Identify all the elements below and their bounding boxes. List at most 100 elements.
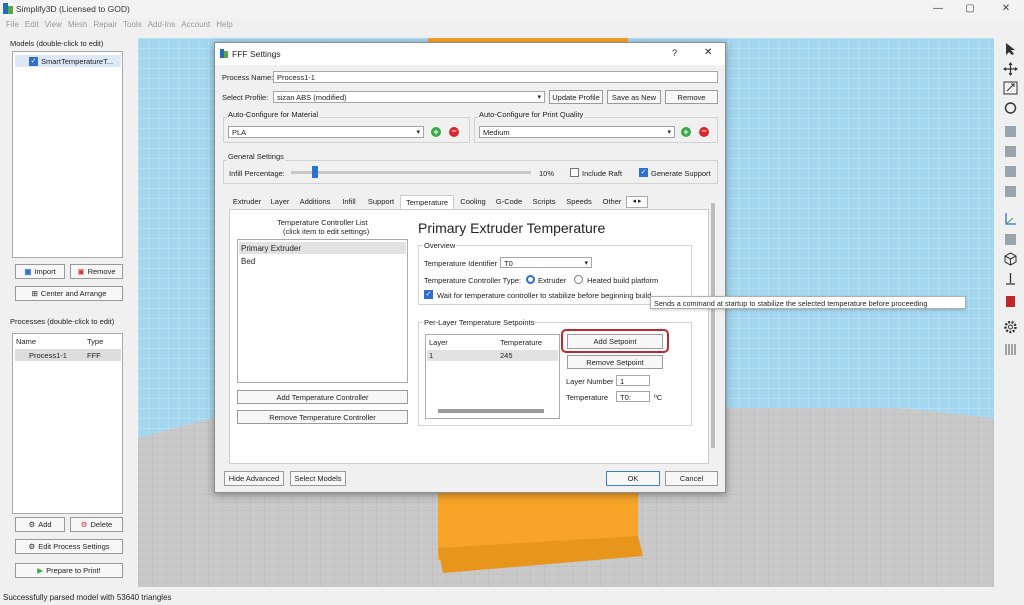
dialog-close-button[interactable]: ✕ [704,47,712,58]
tab-extruder[interactable]: Extruder [230,195,264,209]
model-color-icon[interactable] [1003,294,1018,308]
model-checkbox[interactable]: ✓ [29,57,38,66]
menu-file[interactable]: File [6,18,19,32]
models-list[interactable]: ✓ SmartTemperatureT... [12,51,123,258]
select-models-button[interactable]: Select Models [290,471,346,486]
models-header: Models (double-click to edit) [10,39,104,48]
menu-account[interactable]: Account [181,18,210,32]
view-back-icon[interactable] [1003,144,1018,158]
wait-stabilize-checkbox[interactable]: ✓ [424,290,433,299]
process-row[interactable]: Process1-1 FFF [15,349,121,361]
infill-slider-track[interactable] [291,166,531,178]
remove-material-icon[interactable]: − [449,127,459,137]
remove-model-button[interactable]: ▣ Remove [70,264,123,279]
process-name-input[interactable]: Process1-1 [273,71,718,83]
menu-add-ins[interactable]: Add-Ins [148,18,176,32]
infill-slider-thumb[interactable] [312,166,318,178]
rotate-icon[interactable] [1003,101,1018,115]
menu-repair[interactable]: Repair [93,18,117,32]
extruder-radio[interactable] [526,275,535,284]
heated-platform-radio[interactable] [574,275,583,284]
delete-process-button[interactable]: ⚙ Delete [70,517,123,532]
import-button[interactable]: ▣ Import [15,264,65,279]
remove-profile-button[interactable]: Remove [665,90,718,104]
setpoint-temperature: 245 [500,351,513,360]
controller-item-bed[interactable]: Bed [239,255,406,267]
tab-other[interactable]: Other [598,195,626,209]
menu-edit[interactable]: Edit [25,18,39,32]
tab-g-code[interactable]: G-Code [492,195,526,209]
view-front-icon[interactable] [1003,124,1018,138]
menu-tools[interactable]: Tools [123,18,142,32]
processes-table[interactable]: Name Type Process1-1 FFF [12,333,123,514]
temperature-tab-panel: Temperature Controller List (click item … [229,209,709,464]
center-arrange-button[interactable]: ⊞ Center and Arrange [15,286,123,301]
add-temperature-controller-button[interactable]: Add Temperature Controller [237,390,408,404]
status-bar: Successfully parsed model with 53640 tri… [3,593,172,602]
setpoint-temperature-spinbox[interactable]: T0: [616,391,650,402]
dialog-scrollbar[interactable] [711,203,715,448]
scale-icon[interactable] [1003,81,1018,95]
tab-additions[interactable]: Additions [296,195,334,209]
tab-temperature[interactable]: Temperature [400,195,454,209]
view-left-icon[interactable] [1003,164,1018,178]
cursor-icon[interactable] [1003,42,1018,56]
generate-support-checkbox[interactable]: ✓ [639,168,648,177]
menu-view[interactable]: View [45,18,62,32]
add-process-button[interactable]: ⚙ Add [15,517,65,532]
hide-advanced-button[interactable]: Hide Advanced [224,471,284,486]
process-col-name: Name [16,337,37,346]
cut-plane-icon[interactable] [1003,272,1018,286]
update-profile-button[interactable]: Update Profile [549,90,603,104]
support-icon[interactable] [1003,342,1018,356]
view-right-icon[interactable] [1003,184,1018,198]
tab-infill[interactable]: Infill [336,195,362,209]
save-as-new-button[interactable]: Save as New [607,90,661,104]
layer-number-spinbox[interactable]: 1 [616,375,650,386]
move-icon[interactable] [1003,62,1018,76]
tab-scripts[interactable]: Scripts [528,195,560,209]
controller-item-primary[interactable]: Primary Extruder [239,242,406,254]
setpoint-col-layer: Layer [429,338,448,347]
model-item[interactable]: ✓ SmartTemperatureT... [15,55,121,67]
setpoints-group-label: Per-Layer Temperature Setpoints [423,318,536,327]
tab-layer[interactable]: Layer [266,195,294,209]
close-window-button[interactable]: ✕ [996,3,1016,14]
cancel-button[interactable]: Cancel [665,471,718,486]
include-raft-checkbox[interactable] [570,168,579,177]
axes-icon[interactable] [1003,212,1018,226]
tab-scroll-arrows[interactable]: ◂ ▸ [626,196,648,208]
remove-quality-icon[interactable]: − [699,127,709,137]
prepare-to-print-button[interactable]: ▶ Prepare to Print! [15,563,123,578]
processes-header: Processes (double-click to edit) [10,317,115,326]
remove-icon: ▣ [77,267,85,276]
select-profile-dropdown[interactable]: sizan ABS (modified) [273,91,545,103]
menu-help[interactable]: Help [216,18,232,32]
controller-type-label: Temperature Controller Type: [424,276,521,285]
ok-button[interactable]: OK [606,471,660,486]
edit-process-settings-button[interactable]: ⚙ Edit Process Settings [15,539,123,554]
tab-support[interactable]: Support [364,195,398,209]
material-dropdown[interactable]: PLA [228,126,424,138]
controller-list[interactable]: Primary Extruder Bed [237,239,408,383]
tab-cooling[interactable]: Cooling [456,195,490,209]
setpoint-row[interactable]: 1 245 [427,350,558,361]
app-title: Simplify3D (Licensed to GOD) [16,4,130,14]
setpoints-scrollbar[interactable] [438,409,544,413]
maximize-button[interactable]: ▢ [960,3,980,14]
temp-identifier-dropdown[interactable]: T0 [500,257,592,268]
remove-setpoint-button[interactable]: Remove Setpoint [567,355,663,369]
view-iso-icon[interactable] [1003,232,1018,246]
gear-icon[interactable] [1003,320,1018,334]
help-button[interactable]: ? [672,48,677,58]
add-quality-icon[interactable]: + [681,127,691,137]
menu-mesh[interactable]: Mesh [68,18,88,32]
add-material-icon[interactable]: + [431,127,441,137]
app-icon [3,3,13,14]
setpoints-table[interactable]: Layer Temperature 1 245 [425,334,560,419]
remove-temperature-controller-button[interactable]: Remove Temperature Controller [237,410,408,424]
tab-speeds[interactable]: Speeds [562,195,596,209]
wireframe-icon[interactable] [1003,252,1018,266]
quality-dropdown[interactable]: Medium [479,126,675,138]
minimize-button[interactable]: — [928,3,948,14]
